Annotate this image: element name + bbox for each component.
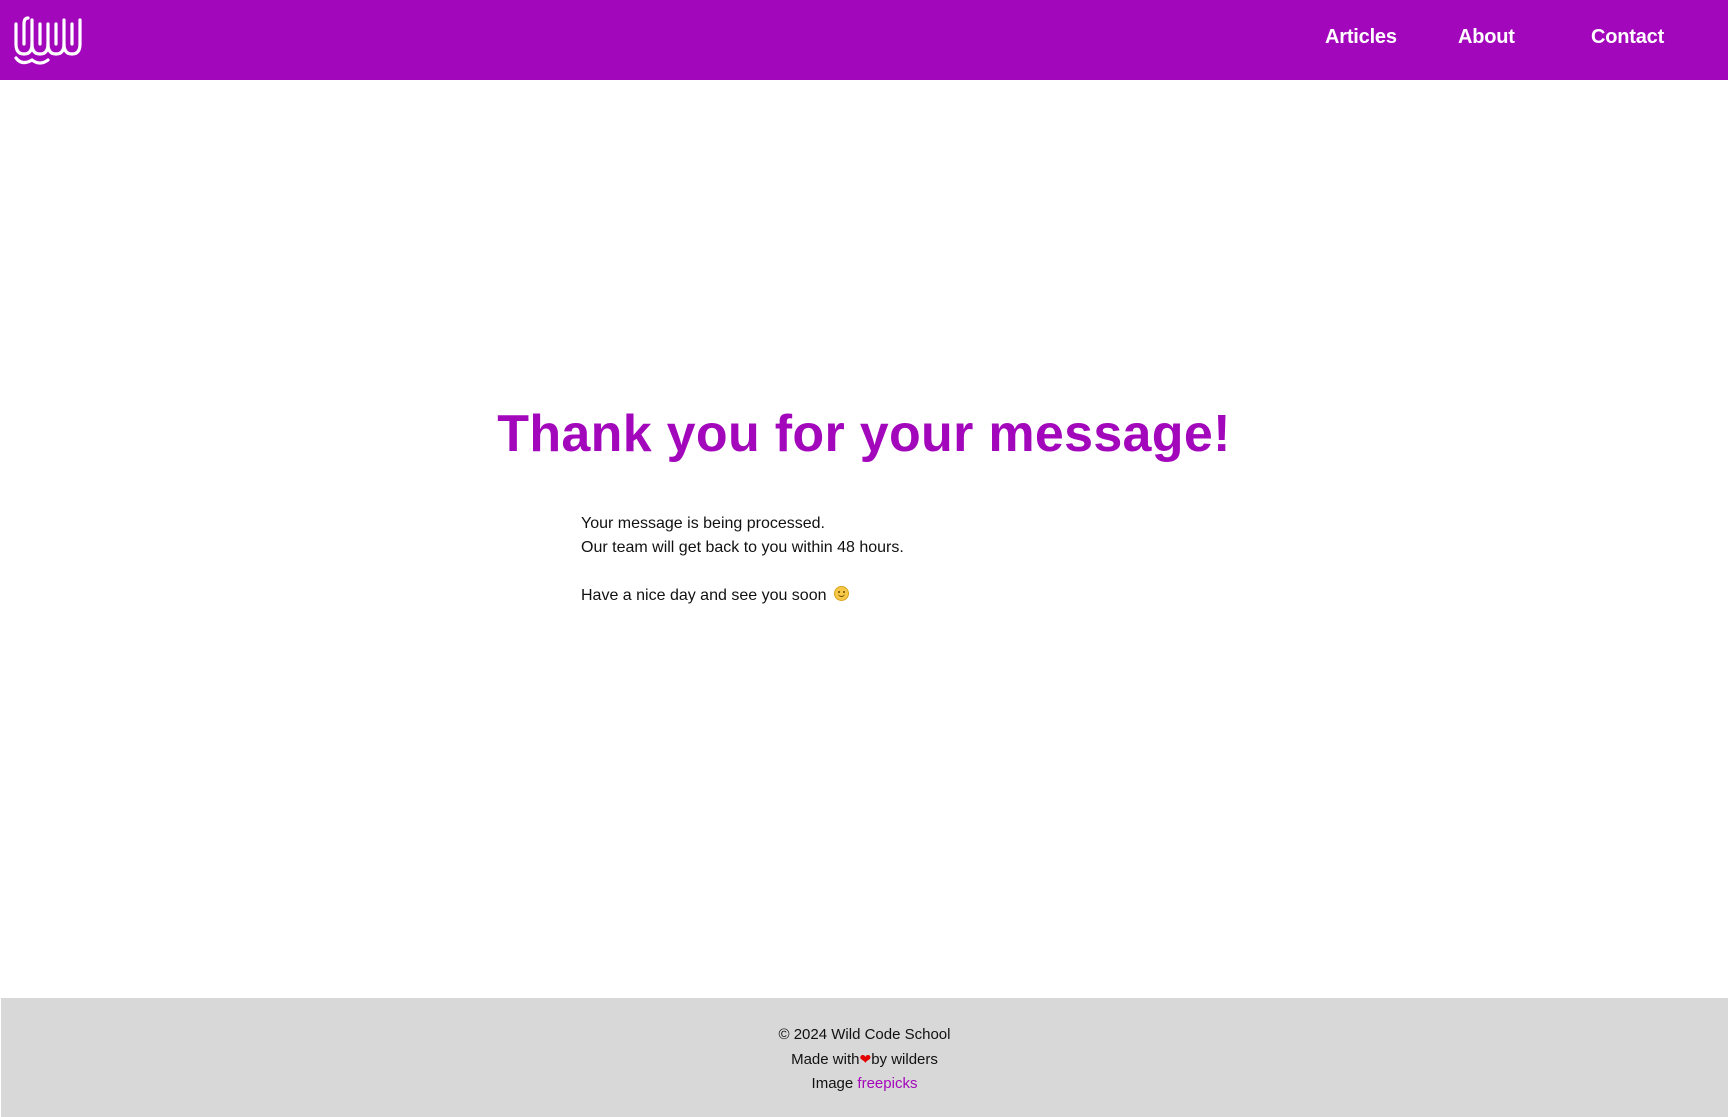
nav-link-articles[interactable]: Articles (1325, 26, 1397, 49)
image-credit-prefix: Image (811, 1075, 854, 1092)
made-with-suffix: by wilders (871, 1051, 938, 1068)
confirmation-message: Your message is being processed. Our tea… (581, 512, 904, 608)
page-title: Thank you for your message! (497, 405, 1231, 463)
made-with-prefix: Made with (791, 1051, 860, 1068)
footer-lines: © 2024 Wild Code School Made with❤by wil… (1, 998, 1728, 1096)
message-line-processing: Your message is being processed. (581, 515, 825, 532)
message-line-response-time: Our team will get back to you within 48 … (581, 539, 904, 556)
heart-icon: ❤ (859, 1051, 872, 1067)
logo-link[interactable] (12, 14, 84, 66)
main-nav: Articles About Contact (1128, 0, 1728, 80)
nav-link-about[interactable]: About (1458, 26, 1515, 49)
smiley-face-icon (833, 586, 849, 601)
site-footer: © 2024 Wild Code School Made with❤by wil… (1, 998, 1728, 1117)
wild-code-school-logo-icon (14, 16, 82, 65)
site-header: Articles About Contact (0, 0, 1728, 80)
footer-made-with: Made with❤by wilders (1, 1047, 1728, 1072)
message-line-farewell: Have a nice day and see you soon (581, 584, 904, 608)
footer-image-credit: Image freepicks (1, 1072, 1728, 1096)
page: Articles About Contact Thank you for you… (0, 0, 1728, 1117)
footer-copyright: © 2024 Wild Code School (778, 1026, 951, 1043)
nav-link-contact[interactable]: Contact (1591, 26, 1664, 49)
farewell-text: Have a nice day and see you soon (581, 587, 827, 604)
freepicks-link[interactable]: freepicks (857, 1075, 917, 1092)
